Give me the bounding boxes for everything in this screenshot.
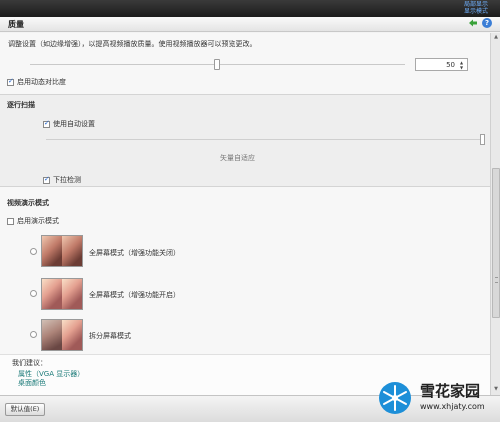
scrollbar-thumb[interactable] — [492, 168, 500, 318]
pulldown-checkbox[interactable] — [43, 175, 50, 184]
demo-mode-title: 视频演示模式 — [7, 199, 49, 207]
demo-option-2-label: 全屏幕模式（增强功能开启） — [89, 291, 180, 299]
dynamic-contrast-row[interactable]: 启用动态对比度 — [7, 77, 66, 87]
suggest-link-desktop-color[interactable]: 桌面颜色 — [18, 378, 46, 388]
scroll-up-icon[interactable]: ▲ — [492, 34, 500, 42]
progressive-scan-panel — [0, 94, 490, 187]
back-arrow-icon[interactable] — [468, 18, 478, 28]
demo-enable-row[interactable]: 启用演示模式 — [7, 216, 59, 226]
pulldown-label: 下拉检测 — [53, 176, 81, 184]
auto-setting-checkbox[interactable] — [43, 119, 50, 128]
demo-option-2-image — [41, 278, 83, 310]
top-link-1[interactable]: 局部显示 — [464, 1, 488, 8]
default-button[interactable]: 默认值(E) — [5, 403, 45, 416]
demo-option-1-radio[interactable] — [30, 248, 37, 255]
demo-option-2-radio[interactable] — [30, 290, 37, 297]
help-icon[interactable]: ? — [482, 18, 492, 28]
page-header: 质量 ? — [0, 17, 500, 32]
demo-option-1-image — [41, 235, 83, 267]
snowflake-logo-icon — [379, 382, 411, 414]
quality-spinbox[interactable]: 50 ▲ ▼ — [415, 58, 468, 71]
demo-enable-label: 启用演示模式 — [17, 217, 59, 225]
progressive-scan-title: 逐行扫描 — [7, 101, 35, 109]
watermark-logo: 雪花家园 www.xhjaty.com — [374, 378, 494, 418]
dynamic-contrast-checkbox[interactable] — [7, 77, 14, 86]
scan-center-label: 矢量自适应 — [220, 154, 255, 162]
auto-setting-row[interactable]: 使用自动设置 — [43, 119, 95, 129]
scan-slider-thumb[interactable] — [480, 134, 485, 145]
window-top-bar: 局部显示 显示模式 — [0, 0, 500, 17]
suggest-title: 我们建议： — [12, 359, 47, 367]
demo-option-3-radio[interactable] — [30, 331, 37, 338]
watermark-url: www.xhjaty.com — [420, 402, 485, 411]
demo-option-3-label: 拆分屏幕模式 — [89, 332, 131, 340]
quality-slider-thumb[interactable] — [214, 59, 220, 70]
pulldown-row[interactable]: 下拉检测 — [43, 175, 81, 185]
top-links: 局部显示 显示模式 — [464, 1, 488, 15]
spin-down-icon[interactable]: ▼ — [457, 65, 466, 70]
demo-option-1-label: 全屏幕模式（增强功能关闭） — [89, 249, 180, 257]
auto-setting-label: 使用自动设置 — [53, 120, 95, 128]
top-link-2[interactable]: 显示模式 — [464, 8, 488, 15]
quality-description: 调整设置（如边缘增强），以提高视频播放质量。使用视频播放器可以预览更改。 — [8, 40, 257, 48]
watermark-name: 雪花家园 — [420, 382, 481, 400]
demo-enable-checkbox[interactable] — [7, 217, 14, 225]
dynamic-contrast-label: 启用动态对比度 — [17, 78, 66, 86]
settings-content: 调整设置（如边缘增强），以提高视频播放质量。使用视频播放器可以预览更改。 50 … — [0, 33, 490, 395]
scan-slider-track[interactable] — [46, 139, 483, 140]
page-title: 质量 — [8, 20, 24, 29]
spinbox-value: 50 — [446, 61, 455, 69]
vertical-scrollbar[interactable]: ▲ ▼ — [490, 33, 500, 395]
demo-option-3-image — [41, 319, 83, 351]
